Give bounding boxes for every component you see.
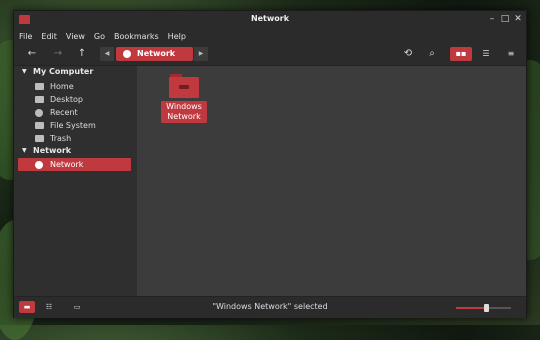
search-icon[interactable]: ⌕	[423, 47, 441, 61]
home-icon	[35, 83, 44, 90]
up-arrow-icon[interactable]: ↑	[73, 47, 91, 61]
back-arrow-icon[interactable]: ←	[23, 47, 41, 61]
sidebar-item-desktop[interactable]: Desktop	[18, 93, 131, 106]
zoom-slider[interactable]	[456, 304, 511, 312]
sidebar-item-file-system[interactable]: File System	[18, 119, 131, 132]
maximize-button[interactable]: □	[499, 14, 511, 25]
sidebar-section-title: Network	[33, 146, 72, 155]
sidebar-item-label: Desktop	[50, 95, 83, 104]
menu-view[interactable]: View	[66, 32, 85, 41]
compact-view-button[interactable]: ≡	[500, 47, 522, 61]
sidebar-item-network[interactable]: Network	[18, 158, 131, 171]
expand-arrow-icon[interactable]: ▼	[22, 145, 27, 157]
desktop-icon	[35, 96, 44, 103]
breadcrumb-label: Network	[137, 49, 176, 58]
drive-icon	[35, 122, 44, 129]
zoom-handle[interactable]	[484, 304, 490, 312]
sidebar-section-title: My Computer	[33, 67, 94, 76]
sidebar-section-my-computer[interactable]: ▼ My Computer	[14, 66, 137, 78]
expand-arrow-icon[interactable]: ▼	[22, 66, 27, 78]
clock-icon	[35, 109, 43, 117]
sidebar-item-home[interactable]: Home	[18, 80, 131, 93]
network-folder-icon	[169, 74, 199, 98]
menu-edit[interactable]: Edit	[41, 32, 57, 41]
icon-view-button[interactable]: ▪▪	[450, 47, 472, 61]
window-title: Network	[250, 14, 290, 23]
list-view-button[interactable]: ☰	[475, 47, 497, 61]
menu-help[interactable]: Help	[168, 32, 186, 41]
file-item-windows-network[interactable]: Windows Network	[161, 74, 207, 123]
sidebar-section-network[interactable]: ▼ Network	[14, 145, 137, 157]
sidebar-item-label: Home	[50, 82, 74, 91]
sidebar: ▼ My Computer Home Desktop Recent File S…	[14, 66, 137, 296]
menu-file[interactable]: File	[19, 32, 32, 41]
network-icon	[123, 50, 131, 58]
breadcrumb-scroll-left[interactable]: ◀	[100, 47, 114, 61]
menu-bookmarks[interactable]: Bookmarks	[114, 32, 159, 41]
status-bar: ▬ ☷ ▭ "Windows Network" selected	[14, 296, 526, 318]
menu-go[interactable]: Go	[94, 32, 105, 41]
trash-icon	[35, 135, 44, 142]
file-manager-window: Network – □ ✕ File Edit View Go Bookmark…	[13, 10, 527, 318]
sidebar-item-label: Trash	[50, 134, 72, 143]
toggle-location-entry-icon[interactable]: ⟲	[399, 47, 417, 61]
sidebar-item-trash[interactable]: Trash	[18, 132, 131, 145]
breadcrumb-scroll-right[interactable]: ▶	[194, 47, 208, 61]
zoom-fill	[456, 307, 487, 309]
title-bar[interactable]: Network – □ ✕	[14, 11, 526, 29]
file-view[interactable]: Windows Network	[137, 66, 526, 296]
sidebar-item-label: Network	[50, 160, 84, 169]
sidebar-item-recent[interactable]: Recent	[18, 106, 131, 119]
close-button[interactable]: ✕	[512, 14, 524, 25]
breadcrumb-network[interactable]: Network	[116, 47, 193, 61]
toolbar: ← → ↑ ◀ Network ▶ ⟲ ⌕ ▪▪ ☰ ≡	[14, 43, 526, 66]
sidebar-item-label: Recent	[50, 108, 78, 117]
forward-arrow-icon[interactable]: →	[49, 47, 67, 61]
status-text: "Windows Network" selected	[212, 302, 328, 311]
minimize-button[interactable]: –	[486, 14, 498, 25]
network-icon	[35, 161, 43, 169]
sidebar-item-label: File System	[50, 121, 96, 130]
file-name: Windows Network	[161, 101, 207, 123]
menu-bar: File Edit View Go Bookmarks Help	[14, 29, 526, 43]
